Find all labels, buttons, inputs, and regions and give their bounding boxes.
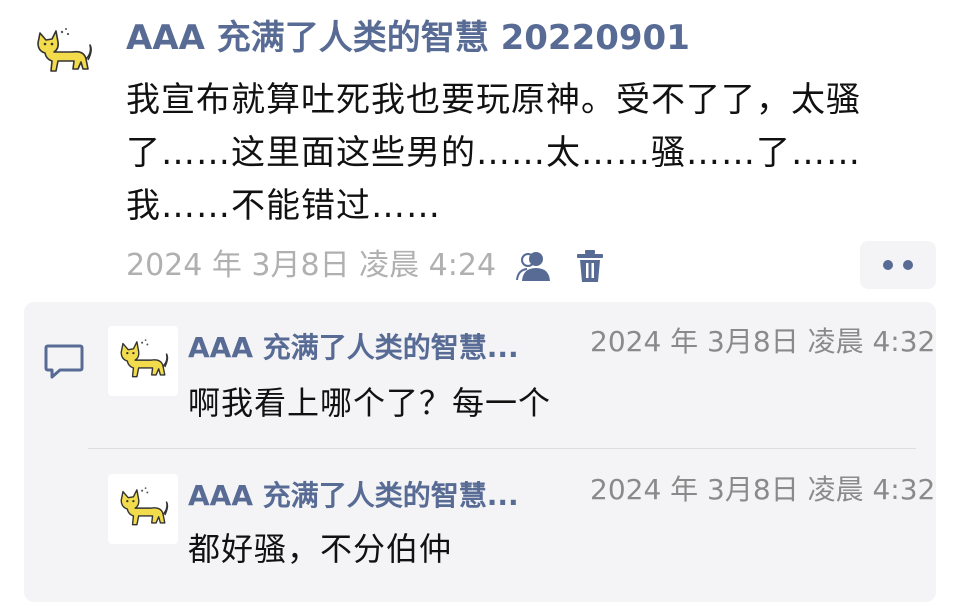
post-timestamp: 2024 年 3月8日 凌晨 4:24 [126,248,497,283]
more-dot [903,260,913,270]
comment-timestamp: 2024 年 3月8日 凌晨 4:32 [590,473,936,506]
trash-icon [577,250,603,282]
yellow-cat-icon [120,487,169,526]
post-author[interactable]: AAA 充满了人类的智慧 20220901 [126,14,690,62]
more-button[interactable] [860,241,936,289]
comment-avatar[interactable] [108,474,178,544]
comment-divider [88,448,916,449]
person-icon [516,252,550,281]
yellow-cat-icon [120,339,169,378]
comment-text[interactable]: 都好骚，不分伯仲 [188,526,452,572]
comment-icon [44,344,84,379]
visibility-button[interactable] [514,246,554,286]
post-text: 我宣布就算吐死我也要玩原神。受不了了，太骚了……这里面这些男的……太……骚……了… [126,80,861,226]
comment-author[interactable]: AAA 充满了人类的智慧... [188,328,519,368]
comment-timestamp: 2024 年 3月8日 凌晨 4:32 [590,325,936,358]
comment-avatar[interactable] [108,326,178,396]
more-dot [883,260,893,270]
post-avatar[interactable] [28,18,98,88]
comment-author[interactable]: AAA 充满了人类的智慧... [188,476,519,516]
yellow-cat-icon [37,28,92,72]
delete-button[interactable] [570,246,610,286]
comment-text[interactable]: 啊我看上哪个了？每一个 [188,380,551,426]
